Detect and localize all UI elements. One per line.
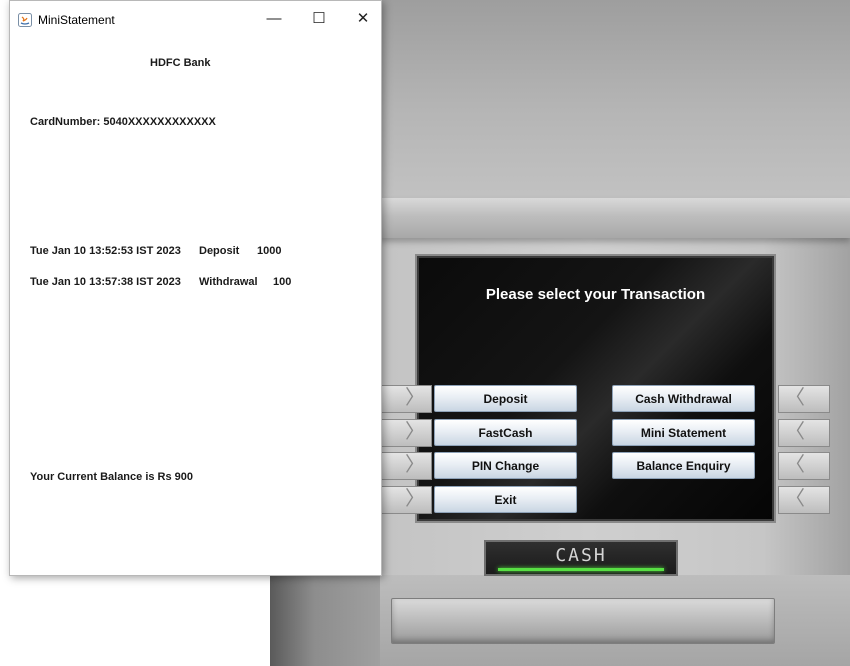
mini-statement-window: MiniStatement — ☐ ✕ HDFC Bank CardNumber… xyxy=(9,0,382,576)
atm-pillar xyxy=(270,575,380,666)
side-key-right-3[interactable]: 〈 xyxy=(778,452,830,480)
fastcash-button[interactable]: FastCash xyxy=(434,419,577,446)
cash-tray xyxy=(391,598,775,644)
balance-enquiry-button[interactable]: Balance Enquiry xyxy=(612,452,755,479)
transaction-type: Deposit xyxy=(199,245,240,257)
cash-label: CASH xyxy=(555,545,607,566)
cash-withdrawal-button[interactable]: Cash Withdrawal xyxy=(612,385,755,412)
transaction-date: Tue Jan 10 13:52:53 IST 2023 xyxy=(30,245,181,257)
close-button[interactable]: ✕ xyxy=(349,8,377,30)
bank-name: HDFC Bank xyxy=(150,57,211,69)
java-app-icon xyxy=(18,13,32,27)
cash-indicator-light xyxy=(498,568,664,571)
side-key-right-1[interactable]: 〈 xyxy=(778,385,830,413)
atm-top-panel xyxy=(380,0,850,200)
minimize-button[interactable]: — xyxy=(260,8,288,30)
side-key-left-3[interactable]: 〉 xyxy=(380,452,432,480)
transaction-date: Tue Jan 10 13:57:38 IST 2023 xyxy=(30,276,181,288)
pin-change-button[interactable]: PIN Change xyxy=(434,452,577,479)
exit-button[interactable]: Exit xyxy=(434,486,577,513)
transaction-amount: 100 xyxy=(273,276,292,288)
side-key-left-2[interactable]: 〉 xyxy=(380,419,432,447)
cash-display: CASH xyxy=(484,540,678,576)
card-number: CardNumber: 5040XXXXXXXXXXXX xyxy=(30,116,216,128)
transaction-amount: 1000 xyxy=(257,245,282,257)
title-bar: MiniStatement — ☐ ✕ xyxy=(10,1,381,35)
transaction-type: Withdrawal xyxy=(199,276,258,288)
window-title: MiniStatement xyxy=(38,13,115,27)
maximize-button[interactable]: ☐ xyxy=(305,8,333,30)
screen-title: Please select your Transaction xyxy=(485,286,706,303)
side-key-right-4[interactable]: 〈 xyxy=(778,486,830,514)
side-key-left-1[interactable]: 〉 xyxy=(380,385,432,413)
mini-statement-button[interactable]: Mini Statement xyxy=(612,419,755,446)
deposit-button[interactable]: Deposit xyxy=(434,385,577,412)
current-balance: Your Current Balance is Rs 900 xyxy=(30,471,194,483)
side-key-left-4[interactable]: 〉 xyxy=(380,486,432,514)
side-key-right-2[interactable]: 〈 xyxy=(778,419,830,447)
atm-ledge xyxy=(380,198,850,238)
